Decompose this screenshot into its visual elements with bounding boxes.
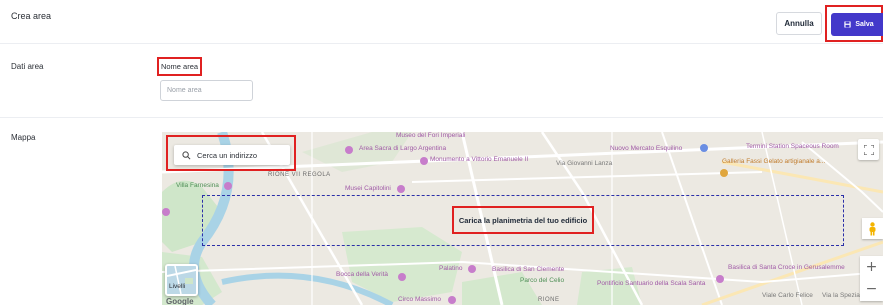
- map-label-villa: Villa Farnesina: [176, 182, 219, 189]
- map-label-rione-2: RIONE: [538, 297, 560, 303]
- map-label-clemente: Basilica di San Clemente: [492, 266, 565, 273]
- map-label-spezia: Via la Spezia: [822, 292, 860, 299]
- map-pin-icon: [345, 146, 353, 154]
- map-pin-icon: [468, 265, 476, 273]
- area-name-label: Nome area: [160, 62, 199, 71]
- area-data-section-label: Dati area: [11, 62, 44, 71]
- area-name-label-highlight: Nome area: [157, 57, 202, 76]
- map-pin-icon: [448, 296, 456, 304]
- google-logo: Google: [166, 297, 194, 305]
- map-label-rione: RIONE VII REGOLA: [268, 172, 331, 178]
- map-pin-icon: [224, 182, 232, 190]
- upload-floorplan-label: Carica la planimetria del tuo edificio: [458, 215, 588, 225]
- map-pin-icon: [397, 185, 405, 193]
- section-divider: [0, 117, 883, 118]
- map-label-celio: Parco del Celio: [520, 277, 565, 284]
- search-highlight: Cerca un indirizzo: [166, 135, 296, 171]
- save-button[interactable]: Salva: [831, 13, 883, 36]
- search-icon: [182, 150, 191, 159]
- map-label-galleria: Galleria Fassi Gelato artigianale a...: [722, 158, 826, 165]
- page-title: Crea area: [11, 11, 52, 21]
- map-label-circo: Circo Massimo: [398, 296, 441, 303]
- map-label-via-lanza: Via Giovanni Lanza: [556, 160, 613, 167]
- fullscreen-button[interactable]: [858, 139, 879, 160]
- map-label-mercato: Nuovo Mercato Esquilino: [610, 145, 683, 152]
- map-pin-icon: [162, 208, 170, 216]
- page-header: Crea area Annulla Salva: [0, 0, 883, 44]
- address-search-input[interactable]: Cerca un indirizzo: [174, 145, 290, 165]
- search-placeholder: Cerca un indirizzo: [197, 150, 258, 160]
- map-section-label: Mappa: [11, 133, 36, 142]
- map-label-santa-croce: Basilica di Santa Croce in Gerusalemme: [728, 264, 845, 271]
- area-name-input[interactable]: [160, 80, 253, 101]
- floppy-disk-icon: [844, 21, 851, 28]
- map-label-carlo-felice: Viale Carlo Felice: [762, 292, 813, 299]
- map-label-area-sacra: Area Sacra di Largo Argentina: [359, 145, 447, 152]
- layers-label: Livelli: [169, 283, 186, 290]
- save-button-highlight: Salva: [825, 5, 883, 42]
- upload-floorplan-button[interactable]: Carica la planimetria del tuo edificio: [452, 206, 594, 234]
- map-label-capitolini: Musei Capitolini: [345, 185, 391, 192]
- pegman-icon: [869, 221, 876, 235]
- save-button-label: Salva: [855, 21, 874, 28]
- cancel-button[interactable]: Annulla: [776, 12, 822, 35]
- zoom-out-button[interactable]: −: [860, 278, 883, 300]
- map-label-museo: Museo del Fori Imperiali: [396, 132, 466, 139]
- street-view-pegman[interactable]: [862, 218, 883, 239]
- zoom-controls: + −: [860, 256, 883, 301]
- map-label-termini: Termini Station Spaceous Room: [746, 143, 839, 150]
- map-pin-icon: [700, 144, 708, 152]
- map-label-bocca: Bocca della Verità: [336, 271, 389, 278]
- map-pin-icon: [420, 157, 428, 165]
- map-pin-icon: [716, 275, 724, 283]
- map-pin-icon: [398, 273, 406, 281]
- map-label-pontificio: Pontificio Santuario della Scala Santa: [597, 280, 706, 287]
- fullscreen-icon: [863, 144, 874, 155]
- layers-button[interactable]: Livelli: [165, 264, 198, 296]
- map-pin-icon: [720, 169, 728, 177]
- map-label-monumento: Monumento a Vittorio Emanuele II: [430, 156, 529, 163]
- map-label-palatino: Palatino: [439, 265, 463, 272]
- zoom-in-button[interactable]: +: [860, 256, 883, 278]
